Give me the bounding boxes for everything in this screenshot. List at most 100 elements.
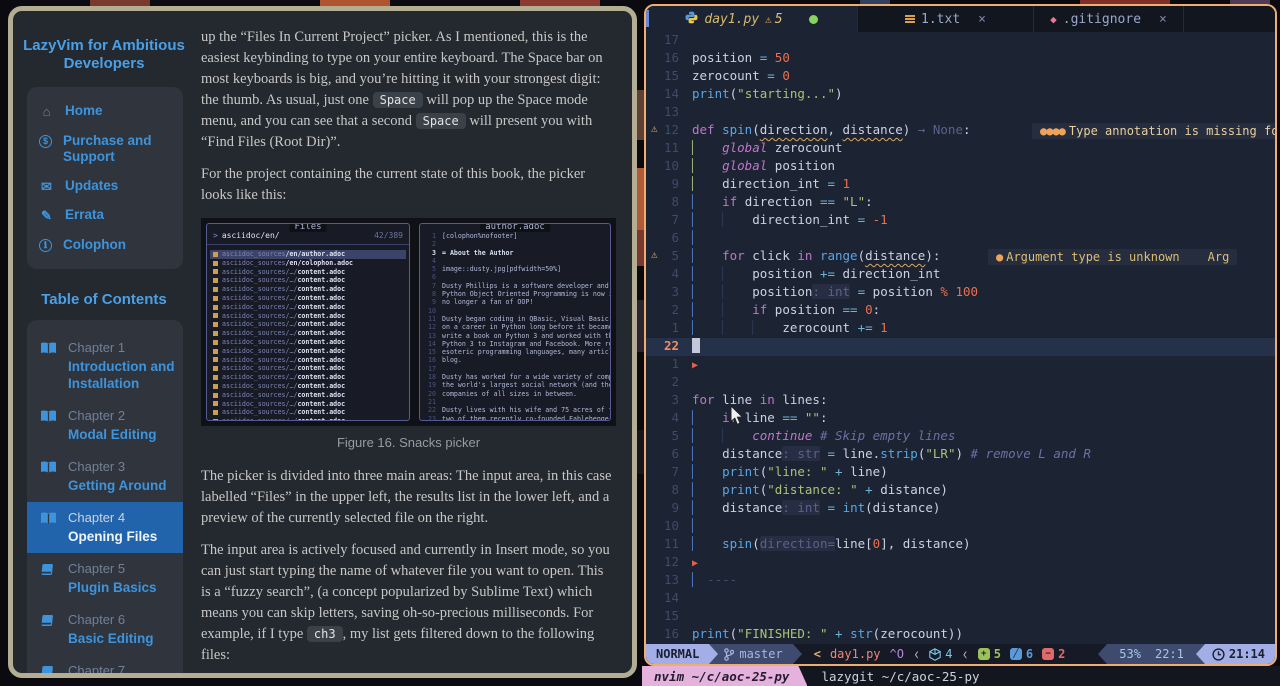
file-icon bbox=[213, 322, 218, 327]
code-line[interactable]: 7▏ ▏ direction_int = -1 bbox=[646, 212, 1275, 230]
toc-list: Chapter 1Introduction and InstallationCh… bbox=[27, 320, 183, 673]
toc-item[interactable]: Chapter 5Plugin Basics bbox=[27, 553, 183, 604]
toc-item[interactable]: Chapter 3Getting Around bbox=[27, 451, 183, 502]
picker-file-row: asciidoc_sources/…/content.adoc bbox=[210, 364, 406, 373]
toc-item[interactable]: Chapter 7Objects and Operator-pending mo… bbox=[27, 655, 183, 673]
sidebar-item-errata[interactable]: ✎Errata bbox=[35, 201, 175, 231]
toc-item[interactable]: Chapter 2Modal Editing bbox=[27, 400, 183, 451]
picker-file-list: asciidoc_sources/en/author.adocasciidoc_… bbox=[207, 245, 409, 421]
code-line[interactable]: 14 bbox=[646, 590, 1275, 608]
file-icon bbox=[213, 269, 218, 274]
lsp-clients: 4 bbox=[929, 647, 952, 661]
code-line[interactable]: 9▏ distance: int = int(distance) bbox=[646, 500, 1275, 518]
line-number: 6 bbox=[646, 230, 692, 248]
line-number: 11 bbox=[646, 536, 692, 554]
line-number: 16 bbox=[646, 626, 692, 644]
sidebar-item-colophon[interactable]: ℹColophon bbox=[35, 231, 175, 260]
code-line[interactable]: 2 bbox=[646, 374, 1275, 392]
code-line[interactable]: 1▏ ▏ ▏ zerocount += 1 bbox=[646, 320, 1275, 338]
toc-chapter-number: Chapter 1 bbox=[68, 340, 175, 355]
preview-line: 7Dusty Phillips is a software developer … bbox=[424, 282, 606, 290]
line-number: 7 bbox=[646, 464, 692, 482]
branch-name: master bbox=[739, 647, 782, 661]
code-line[interactable]: 10▏ bbox=[646, 518, 1275, 536]
line-number: 3 bbox=[646, 284, 692, 302]
file-icon bbox=[213, 340, 218, 345]
code-line[interactable]: 4▏ ▏ position += direction_int bbox=[646, 266, 1275, 284]
closed-book-icon bbox=[40, 612, 58, 647]
preview-line: 19the world's largest social network (an… bbox=[424, 381, 606, 389]
code-line[interactable]: 16position = 50 bbox=[646, 50, 1275, 68]
code-line[interactable]: 11▏ global zerocount bbox=[646, 140, 1275, 158]
line-number: 9 bbox=[646, 500, 692, 518]
code-line[interactable]: 5▏ ▏ continue # Skip empty lines bbox=[646, 428, 1275, 446]
toc-chapter-number: Chapter 3 bbox=[68, 459, 166, 474]
code-line[interactable]: 16print("FINISHED: " + str(zerocount)) bbox=[646, 626, 1275, 644]
tmux-window-label: nvim ~/c/aoc-25-py bbox=[654, 669, 789, 684]
code-line[interactable]: 13▏ ---- bbox=[646, 572, 1275, 590]
figure-caption: Figure 16. Snacks picker bbox=[201, 435, 616, 450]
code-line[interactable]: 8▏ print("distance: " + distance) bbox=[646, 482, 1275, 500]
warning-sign-icon: ⚠ bbox=[651, 248, 658, 261]
picker-file-row: asciidoc_sources/…/content.adoc bbox=[210, 268, 406, 277]
preview-line: 17 bbox=[424, 365, 606, 373]
file-icon bbox=[213, 366, 218, 371]
code-line[interactable]: 7▏ print("line: " + line) bbox=[646, 464, 1275, 482]
block-cursor bbox=[692, 338, 700, 353]
code-line[interactable]: 12▶ bbox=[646, 554, 1275, 572]
tmux-window-lazygit[interactable]: lazygit ~/c/aoc-25-py bbox=[807, 666, 993, 686]
code-line[interactable]: 2▏ ▏ if position == 0: bbox=[646, 302, 1275, 320]
code-line[interactable]: 8▏ if direction == "L": bbox=[646, 194, 1275, 212]
code-line[interactable]: 6▏ bbox=[646, 230, 1275, 248]
code-line[interactable]: 15 bbox=[646, 608, 1275, 626]
code-line-current[interactable]: 22 bbox=[646, 338, 1275, 356]
git-diff-removed: −2 bbox=[1042, 647, 1065, 661]
toc-item[interactable]: Chapter 1 Introduction and Installation bbox=[27, 332, 183, 400]
sidebar-item-label: Colophon bbox=[63, 237, 126, 254]
file-icon bbox=[213, 313, 218, 318]
tab-1.txt[interactable]: 1.txt× bbox=[858, 6, 1034, 32]
toc-item-active[interactable]: Chapter 4Opening Files bbox=[27, 502, 183, 553]
file-icon bbox=[213, 261, 218, 266]
code-line[interactable]: ⚠12def spin(direction, distance) → None:… bbox=[646, 122, 1275, 140]
sidebar-item-label: Errata bbox=[65, 207, 104, 224]
toc-chapter-title: Modal Editing bbox=[68, 426, 157, 443]
inline-code-space: Space bbox=[416, 113, 466, 129]
inline-code-ch3: ch3 bbox=[307, 626, 343, 642]
code-line[interactable]: 15zerocount = 0 bbox=[646, 68, 1275, 86]
picker-file-row: asciidoc_sources/…/content.adoc bbox=[210, 400, 406, 409]
powerline-separator bbox=[1196, 644, 1205, 664]
tab-.gitignore[interactable]: ◆.gitignore× bbox=[1034, 6, 1184, 32]
code-line[interactable]: 10▏ global position bbox=[646, 158, 1275, 176]
book-sidebar: LazyVim for Ambitious Developers ⌂Home$P… bbox=[13, 11, 195, 673]
preview-line: 9no longer a fan of OOP! bbox=[424, 298, 606, 306]
preview-line: 8Python Object Oriented Programming is n… bbox=[424, 290, 606, 298]
code-line[interactable]: 3▏ ▏ position: int = position % 100 bbox=[646, 284, 1275, 302]
toc-chapter-title: Plugin Basics bbox=[68, 579, 157, 596]
sidebar-item-home[interactable]: ⌂Home bbox=[35, 97, 175, 127]
git-file-icon: ◆ bbox=[1050, 13, 1057, 26]
code-line[interactable]: ⚠5▏ for click in range(distance):●Argume… bbox=[646, 248, 1275, 266]
file-icon bbox=[213, 357, 218, 362]
code-line[interactable]: 11▏ spin(direction=line[0], distance) bbox=[646, 536, 1275, 554]
code-line[interactable]: 17 bbox=[646, 32, 1275, 50]
code-editor[interactable]: 1716position = 5015zerocount = 014print(… bbox=[646, 32, 1275, 644]
code-line[interactable]: 9▏ direction_int = 1 bbox=[646, 176, 1275, 194]
toc-item[interactable]: Chapter 6Basic Editing bbox=[27, 604, 183, 655]
tmux-window-nvim[interactable]: nvim ~/c/aoc-25-py bbox=[642, 666, 807, 686]
tab-day1.py[interactable]: day1.py⚠5 bbox=[646, 6, 858, 32]
close-icon[interactable]: × bbox=[978, 12, 986, 27]
powerline-separator bbox=[709, 644, 718, 664]
line-number: 14 bbox=[646, 86, 692, 104]
code-line[interactable]: 1▶ bbox=[646, 356, 1275, 374]
toc-chapter-title: Introduction and Installation bbox=[68, 358, 175, 392]
git-branch[interactable]: master bbox=[718, 644, 792, 664]
code-line[interactable]: 14print("starting...") bbox=[646, 86, 1275, 104]
code-line[interactable]: 6▏ distance: str = line.strip("LR") # re… bbox=[646, 446, 1275, 464]
sidebar-item-purchase[interactable]: $Purchase and Support bbox=[35, 127, 175, 172]
code-line[interactable]: 13 bbox=[646, 104, 1275, 122]
book-content: up the “Files In Current Project” picker… bbox=[195, 11, 632, 673]
sidebar-item-updates[interactable]: ✉Updates bbox=[35, 172, 175, 202]
close-icon[interactable]: × bbox=[1159, 12, 1167, 27]
neovim-window: day1.py⚠51.txt×◆.gitignore× 1716position… bbox=[644, 4, 1277, 666]
